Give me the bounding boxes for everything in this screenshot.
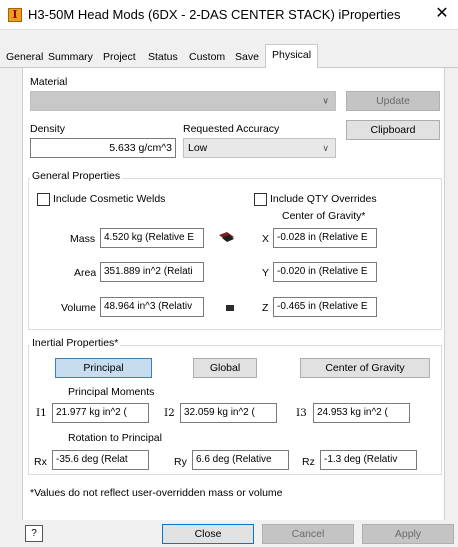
help-glyph: ? — [31, 528, 37, 539]
apply-button[interactable]: Apply — [362, 524, 454, 544]
global-button[interactable]: Global — [193, 358, 257, 378]
inertial-properties-title: Inertial Properties* — [30, 337, 121, 349]
principal-moments-title: Principal Moments — [68, 386, 155, 398]
accuracy-value: Low — [188, 142, 208, 154]
window-title: H3-50M Head Mods (6DX - 2-DAS CENTER STA… — [28, 7, 401, 22]
cosmetic-welds-label: Include Cosmetic Welds — [53, 193, 166, 205]
i3-label: I3 — [296, 407, 307, 419]
i2-label: I2 — [164, 407, 175, 419]
tab-general[interactable]: General — [4, 48, 45, 67]
i1-label: I1 — [36, 407, 47, 419]
cog-z-field[interactable]: -0.465 in (Relative E — [273, 297, 377, 317]
i3-field[interactable]: 24.953 kg in^2 ( — [313, 403, 410, 423]
volume-label: Volume — [61, 302, 97, 314]
cancel-button[interactable]: Cancel — [262, 524, 354, 544]
rotation-to-principal-title: Rotation to Principal — [68, 432, 162, 444]
accuracy-combo[interactable]: Low ∨ — [183, 138, 336, 158]
ry-label: Ry — [174, 456, 187, 468]
tab-physical[interactable]: Physical — [265, 44, 319, 69]
qty-overrides-checkbox[interactable] — [254, 193, 267, 206]
clipboard-button[interactable]: Clipboard — [346, 120, 440, 140]
rx-label: Rx — [34, 456, 47, 468]
tab-project[interactable]: Project — [101, 48, 138, 67]
tab-summary[interactable]: Summary — [46, 48, 95, 67]
i1-field[interactable]: 21.977 kg in^2 ( — [52, 403, 149, 423]
i2-field[interactable]: 32.059 kg in^2 ( — [180, 403, 277, 423]
rz-field[interactable]: -1.3 deg (Relativ — [320, 450, 417, 470]
tab-custom[interactable]: Custom — [187, 48, 227, 67]
center-of-gravity-button[interactable]: Center of Gravity — [300, 358, 430, 378]
rx-field[interactable]: -35.6 deg (Relat — [52, 450, 149, 470]
density-label: Density — [30, 123, 66, 135]
rz-label: Rz — [302, 456, 315, 468]
principal-button[interactable]: Principal — [55, 358, 152, 378]
cog-x-field[interactable]: -0.028 in (Relative E — [273, 228, 377, 248]
mass-field[interactable]: 4.520 kg (Relative E — [100, 228, 204, 248]
cosmetic-welds-checkbox[interactable] — [37, 193, 50, 206]
tab-status[interactable]: Status — [146, 48, 180, 67]
y-label: Y — [262, 267, 270, 279]
material-combo[interactable]: ∨ — [30, 91, 336, 111]
mass-weight-icon — [218, 231, 236, 246]
qty-overrides-label: Include QTY Overrides — [270, 193, 377, 205]
update-button[interactable]: Update — [346, 91, 440, 111]
general-properties-title: General Properties — [30, 170, 123, 182]
volume-field[interactable]: 48.964 in^3 (Relativ — [100, 297, 204, 317]
mass-label: Mass — [70, 233, 96, 245]
x-label: X — [262, 233, 270, 245]
inventor-app-icon: I — [8, 8, 22, 22]
area-label: Area — [74, 267, 97, 279]
help-icon[interactable]: ? — [25, 525, 43, 542]
cog-y-field[interactable]: -0.020 in (Relative E — [273, 262, 377, 282]
chevron-down-icon: ∨ — [322, 143, 329, 153]
accuracy-label: Requested Accuracy — [183, 123, 280, 135]
area-field[interactable]: 351.889 in^2 (Relati — [100, 262, 204, 282]
ry-field[interactable]: 6.6 deg (Relative — [192, 450, 289, 470]
chevron-down-icon: ∨ — [322, 95, 329, 106]
cog-title: Center of Gravity* — [282, 210, 366, 222]
tab-save[interactable]: Save — [233, 48, 261, 67]
window-close-icon[interactable]: ✕ — [432, 4, 452, 24]
z-label: Z — [262, 302, 269, 314]
close-button[interactable]: Close — [162, 524, 254, 544]
footnote: *Values do not reflect user-overridden m… — [30, 487, 283, 499]
material-label: Material — [30, 76, 68, 88]
density-field[interactable]: 5.633 g/cm^3 — [30, 138, 176, 158]
volume-cube-icon — [225, 303, 235, 315]
